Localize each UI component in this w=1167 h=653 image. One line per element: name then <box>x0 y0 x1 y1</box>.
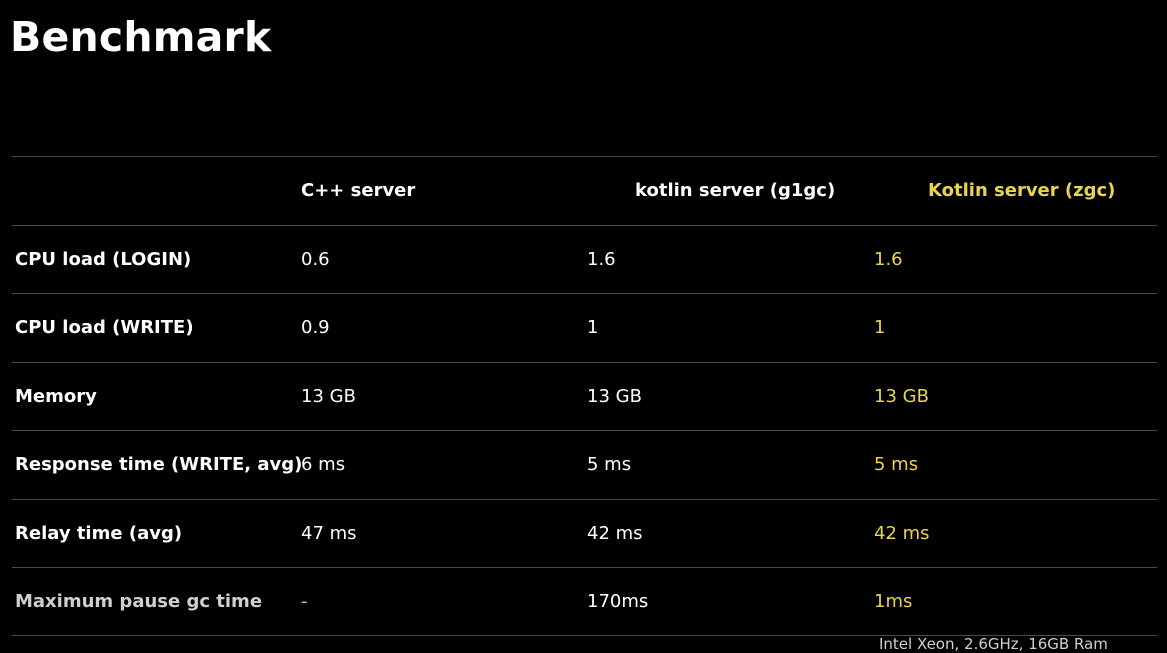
metric-label: CPU load (WRITE) <box>15 317 194 339</box>
cpp-value: 47 ms <box>301 522 357 544</box>
table-row: Maximum pause gc time - 170ms 1ms <box>12 567 1157 636</box>
g1gc-value: 1.6 <box>587 248 616 270</box>
metric-label: Maximum pause gc time <box>15 590 263 612</box>
metric-label: Relay time (avg) <box>15 522 183 544</box>
metric-label: Memory <box>15 385 97 407</box>
benchmark-table: C++ server kotlin server (g1gc) Kotlin s… <box>12 156 1157 636</box>
zgc-value: 5 ms <box>874 454 919 476</box>
table-row: CPU load (LOGIN) 0.6 1.6 1.6 <box>12 224 1157 294</box>
g1gc-value: 13 GB <box>587 385 642 407</box>
g1gc-value: 5 ms <box>587 454 632 476</box>
table-row: Relay time (avg) 47 ms 42 ms 42 ms <box>12 498 1157 568</box>
zgc-value: 1.6 <box>874 248 903 270</box>
metric-label: CPU load (LOGIN) <box>15 248 192 270</box>
metric-label: Response time (WRITE, avg) <box>15 454 303 476</box>
table-row: CPU load (WRITE) 0.9 1 1 <box>12 293 1157 362</box>
hardware-footnote: Intel Xeon, 2.6GHz, 16GB Ram <box>879 635 1108 653</box>
cpp-value: 0.6 <box>301 248 330 270</box>
header-cpp-server: C++ server <box>301 180 416 202</box>
page-title: Benchmark <box>10 13 272 61</box>
zgc-value: 1 <box>874 317 886 339</box>
zgc-value: 1ms <box>874 590 913 612</box>
cpp-value: 13 GB <box>301 385 356 407</box>
table-row: Response time (WRITE, avg) 6 ms 5 ms 5 m… <box>12 430 1157 499</box>
table-header-row: C++ server kotlin server (g1gc) Kotlin s… <box>12 156 1157 225</box>
header-kotlin-g1gc: kotlin server (g1gc) <box>635 180 836 202</box>
g1gc-value: 170ms <box>587 590 649 612</box>
header-kotlin-zgc: Kotlin server (zgc) <box>928 180 1116 202</box>
zgc-value: 42 ms <box>874 522 930 544</box>
cpp-value: - <box>301 590 308 612</box>
g1gc-value: 1 <box>587 317 599 339</box>
cpp-value: 6 ms <box>301 454 346 476</box>
zgc-value: 13 GB <box>874 385 929 407</box>
g1gc-value: 42 ms <box>587 522 643 544</box>
cpp-value: 0.9 <box>301 317 330 339</box>
table-row: Memory 13 GB 13 GB 13 GB <box>12 361 1157 431</box>
